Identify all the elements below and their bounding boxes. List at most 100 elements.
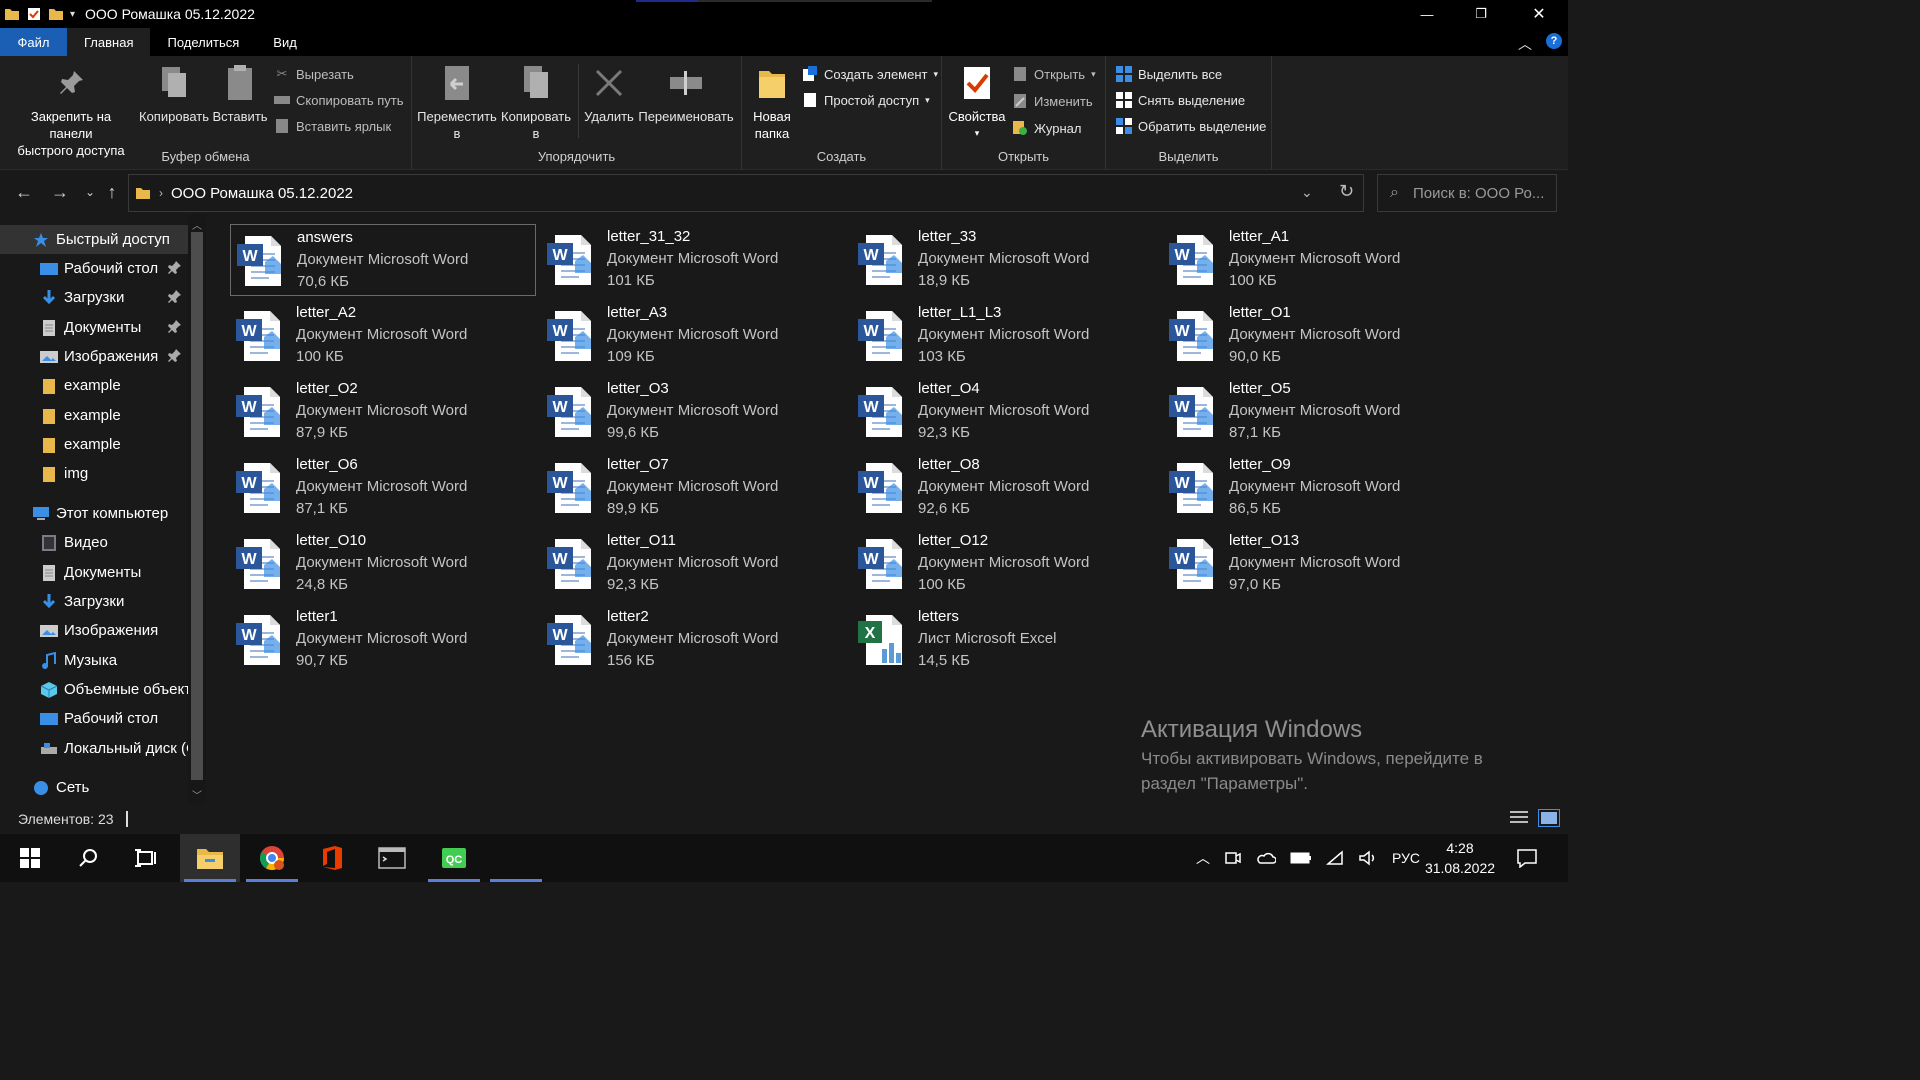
sidebar-item[interactable]: Сеть	[0, 773, 188, 802]
clock[interactable]: 4:28 31.08.2022	[1418, 838, 1502, 878]
pin-quick-access-button[interactable]: Закрепить на панели быстрого доступа	[8, 62, 134, 159]
copy-button[interactable]: Копировать	[138, 62, 210, 125]
sidebar-item[interactable]: Локальный диск (C	[0, 734, 188, 763]
invert-selection-button[interactable]: Обратить выделение	[1116, 118, 1266, 134]
start-button[interactable]	[0, 834, 60, 882]
details-view-icon[interactable]	[1510, 810, 1528, 829]
recent-locations-button[interactable]: ⌄	[78, 180, 102, 204]
sidebar-item[interactable]: Изображения	[0, 616, 188, 645]
new-item-button[interactable]: Создать элемент ▾	[802, 66, 938, 82]
large-icons-view-icon[interactable]	[1538, 809, 1560, 827]
select-none-button[interactable]: Снять выделение	[1116, 92, 1245, 108]
sidebar-item[interactable]: Этот компьютер	[0, 499, 188, 528]
scrollbar-thumb[interactable]	[191, 232, 203, 780]
file-tile[interactable]: Wletter_O1 Документ Microsoft Word 90,0 КБ	[1163, 300, 1469, 372]
file-tile[interactable]: Wletter_O5 Документ Microsoft Word 87,1 КБ	[1163, 376, 1469, 448]
sidebar-item[interactable]: Быстрый доступ	[0, 225, 188, 254]
sidebar-item[interactable]: Документы	[0, 313, 188, 342]
onedrive-icon[interactable]	[1256, 851, 1276, 865]
file-tile[interactable]: Wletter_33 Документ Microsoft Word 18,9 КБ	[852, 224, 1158, 296]
pinned-icon[interactable]	[168, 260, 184, 276]
edit-button[interactable]: Изменить	[1012, 93, 1093, 109]
copy-path-button[interactable]: Скопировать путь	[274, 92, 404, 108]
file-tile[interactable]: Wletter_L1_L3 Документ Microsoft Word 103 …	[852, 300, 1158, 372]
up-button[interactable]: ↑	[100, 180, 124, 204]
taskbar-empty-slot[interactable]	[486, 834, 546, 882]
sidebar-item[interactable]: Загрузки	[0, 283, 188, 312]
file-tile[interactable]: Wletter_O7 Документ Microsoft Word 89,9 КБ	[541, 452, 847, 524]
taskbar-chrome[interactable]	[242, 834, 302, 882]
sidebar-item[interactable]: Изображения	[0, 342, 188, 371]
maximize-button[interactable]: ❐	[1452, 0, 1510, 28]
file-tile[interactable]: Wletter2 Документ Microsoft Word 156 КБ	[541, 604, 847, 676]
open-button[interactable]: Открыть ▾	[1012, 66, 1096, 82]
file-tile[interactable]: Wletter_O9 Документ Microsoft Word 86,5 КБ	[1163, 452, 1469, 524]
file-tile[interactable]: Wletter_31_32 Документ Microsoft Word 101 …	[541, 224, 847, 296]
language-indicator[interactable]: РУС	[1392, 850, 1420, 866]
pinned-icon[interactable]	[168, 289, 184, 305]
volume-icon[interactable]	[1358, 850, 1378, 866]
search-box[interactable]: ⌕ Поиск в: ООО Ро...	[1377, 174, 1557, 212]
sidebar-scrollbar[interactable]: ︿ ﹀	[188, 214, 206, 804]
search-taskbar-button[interactable]	[58, 834, 118, 882]
meet-now-icon[interactable]	[1224, 850, 1242, 866]
sidebar-item[interactable]: Видео	[0, 528, 188, 557]
pinned-icon[interactable]	[168, 319, 184, 335]
tab-share[interactable]: Поделиться	[150, 28, 256, 56]
breadcrumb-current[interactable]: ООО Ромашка 05.12.2022	[171, 185, 353, 202]
delete-button[interactable]: Удалить	[580, 62, 638, 125]
battery-icon[interactable]	[1290, 852, 1312, 864]
file-tile[interactable]: Xletters Лист Microsoft Excel 14,5 КБ	[852, 604, 1158, 676]
file-tile[interactable]: Wletter_O2 Документ Microsoft Word 87,9 КБ	[230, 376, 536, 448]
sidebar-item[interactable]: example	[0, 430, 188, 459]
easy-access-button[interactable]: Простой доступ ▾	[802, 92, 930, 108]
file-tile[interactable]: Wanswers Документ Microsoft Word 70,6 КБ	[230, 224, 536, 296]
file-tile[interactable]: Wletter_O10 Документ Microsoft Word 24,8 К…	[230, 528, 536, 600]
sidebar-item[interactable]: img	[0, 459, 188, 488]
scroll-down-icon[interactable]: ﹀	[188, 786, 206, 802]
show-hidden-icons-icon[interactable]: ︿	[1196, 848, 1210, 868]
rename-button[interactable]: Переименовать	[636, 62, 736, 125]
tab-home[interactable]: Главная	[67, 28, 151, 56]
file-tile[interactable]: Wletter_O6 Документ Microsoft Word 87,1 КБ	[230, 452, 536, 524]
file-tile[interactable]: Wletter_O11 Документ Microsoft Word 92,3 К…	[541, 528, 847, 600]
select-all-button[interactable]: Выделить все	[1116, 66, 1222, 82]
file-tile[interactable]: Wletter_A1 Документ Microsoft Word 100 КБ	[1163, 224, 1469, 296]
taskbar-office[interactable]	[302, 834, 362, 882]
new-folder-icon[interactable]	[48, 6, 64, 22]
tab-view[interactable]: Вид	[256, 28, 314, 56]
taskbar-terminal[interactable]	[362, 834, 422, 882]
help-icon[interactable]: ?	[1546, 33, 1562, 49]
sidebar-item[interactable]: Объемные объект	[0, 675, 188, 704]
address-bar[interactable]: › ООО Ромашка 05.12.2022 ⌄ ↻	[128, 174, 1364, 212]
sidebar-item[interactable]: Рабочий стол	[0, 704, 188, 733]
action-center-button[interactable]	[1516, 834, 1538, 882]
task-view-button[interactable]	[116, 834, 176, 882]
sidebar-item[interactable]: Документы	[0, 558, 188, 587]
taskbar-qc-app[interactable]: QC	[424, 834, 484, 882]
history-button[interactable]: Журнал	[1012, 120, 1081, 136]
file-tile[interactable]: Wletter_O13 Документ Microsoft Word 97,0 К…	[1163, 528, 1469, 600]
back-button[interactable]: ←	[12, 180, 36, 204]
sidebar-item[interactable]: Загрузки	[0, 587, 188, 616]
address-history-chevron-icon[interactable]: ⌄	[1301, 184, 1313, 201]
file-tile[interactable]: Wletter_O12 Документ Microsoft Word 100 КБ	[852, 528, 1158, 600]
forward-button[interactable]: →	[48, 180, 72, 204]
refresh-icon[interactable]: ↻	[1339, 181, 1354, 202]
file-tile[interactable]: Wletter_O3 Документ Microsoft Word 99,6 КБ	[541, 376, 847, 448]
properties-button[interactable]: Свойства ▾	[946, 62, 1008, 142]
new-folder-button[interactable]: Новая папка	[746, 62, 798, 142]
close-button[interactable]: ✕	[1510, 0, 1568, 28]
sidebar-item[interactable]: Рабочий стол	[0, 254, 188, 283]
properties-check-icon[interactable]	[26, 6, 42, 22]
collapse-ribbon-icon[interactable]: ︿	[1518, 34, 1532, 54]
taskbar-file-explorer[interactable]	[180, 834, 240, 882]
move-to-button[interactable]: Переместить в	[417, 62, 497, 142]
file-tile[interactable]: Wletter_A3 Документ Microsoft Word 109 КБ	[541, 300, 847, 372]
file-tile[interactable]: Wletter_O8 Документ Microsoft Word 92,6 КБ	[852, 452, 1158, 524]
cut-button[interactable]: ✂ Вырезать	[274, 66, 354, 82]
file-tile[interactable]: Wletter_O4 Документ Microsoft Word 92,3 КБ	[852, 376, 1158, 448]
sidebar-item[interactable]: example	[0, 401, 188, 430]
paste-shortcut-button[interactable]: Вставить ярлык	[274, 118, 391, 134]
sidebar-item[interactable]: Музыка	[0, 646, 188, 675]
